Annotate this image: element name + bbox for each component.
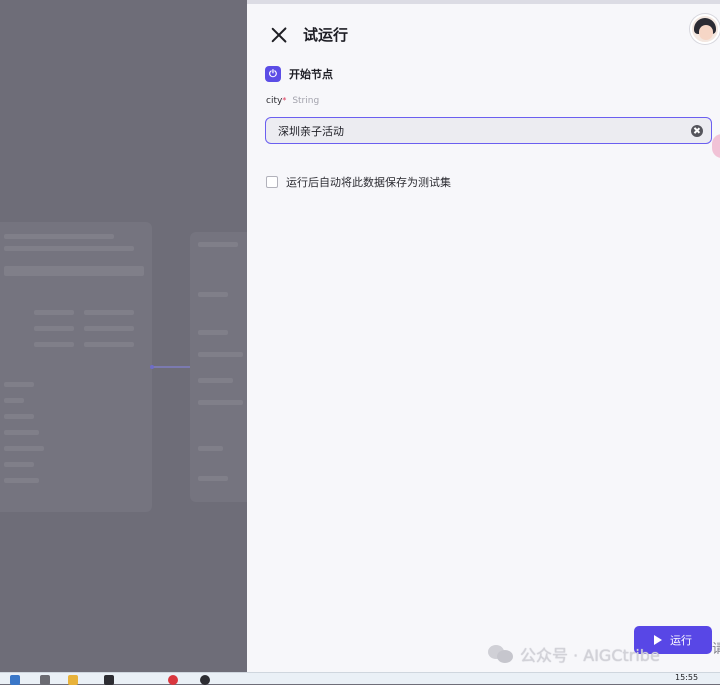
clear-icon[interactable] (691, 124, 703, 137)
connector-dot (150, 365, 154, 369)
start-node-title: 开始节点 (289, 68, 333, 81)
cut-off-text: 请 (712, 642, 720, 657)
avatar-face (699, 25, 713, 40)
param-label: city* String (266, 96, 319, 106)
floating-assistant-edge[interactable] (712, 134, 720, 158)
panel-title: 试运行 (303, 26, 349, 44)
start-node-header: ⏻ 开始节点 (265, 66, 333, 82)
close-icon[interactable] (269, 25, 289, 45)
avatar[interactable] (690, 14, 720, 44)
save-testset-option[interactable]: 运行后自动将此数据保存为测试集 (266, 174, 451, 190)
save-testset-label: 运行后自动将此数据保存为测试集 (286, 176, 451, 189)
background-node-left (0, 222, 152, 512)
workflow-canvas-overlay[interactable] (0, 0, 247, 672)
watermark: 公众号 · AIGCtribe (488, 642, 660, 666)
start-node-icon: ⏻ (265, 66, 281, 82)
required-mark: * (282, 96, 287, 105)
watermark-text: 公众号 · AIGCtribe (520, 646, 660, 665)
param-name: city (266, 96, 283, 106)
param-type: String (292, 96, 320, 106)
test-run-panel: 试运行 ⏻ 开始节点 city* String 运行后自动将此数据保存为测试集 运… (247, 4, 720, 672)
wechat-icon (488, 643, 514, 665)
save-testset-checkbox[interactable] (266, 176, 278, 188)
background-connector (152, 366, 192, 368)
background-node-right (190, 232, 247, 502)
taskbar: 15:55 (0, 672, 720, 685)
city-input-wrapper (265, 117, 712, 144)
city-input[interactable] (276, 123, 691, 138)
taskbar-clock: 15:55 (675, 673, 699, 682)
panel-header: 试运行 (269, 24, 348, 45)
run-button-label: 运行 (670, 634, 692, 647)
